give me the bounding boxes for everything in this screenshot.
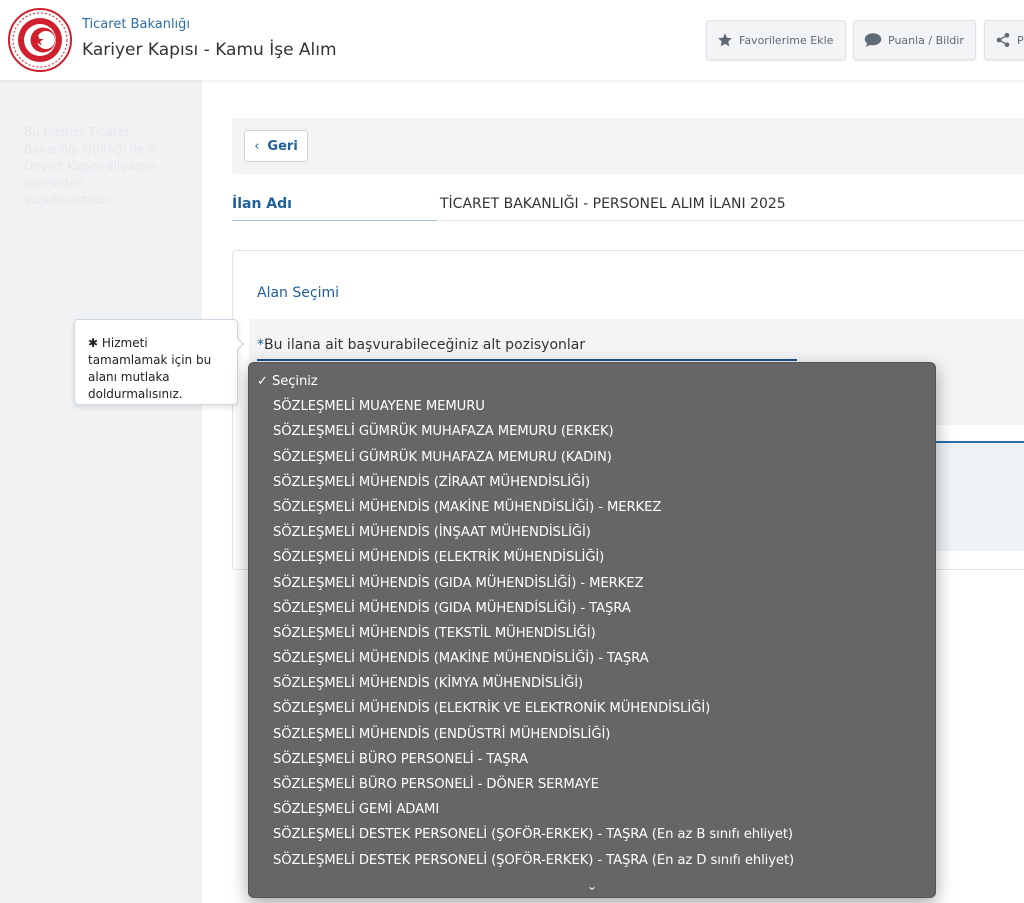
rate-report-button[interactable]: Puanla / Bildir <box>853 20 976 60</box>
dropdown-option[interactable]: SÖZLEŞMELİ GÜMRÜK MUHAFAZA MEMURU (ERKEK… <box>249 419 935 444</box>
dropdown-option[interactable]: SÖZLEŞMELİ GÜMRÜK MUHAFAZA MEMURU (KADIN… <box>249 445 935 470</box>
section-title: Alan Seçimi <box>257 285 339 301</box>
header: Ticaret Bakanlığı Kariyer Kapısı - Kamu … <box>0 0 1024 80</box>
position-select[interactable] <box>257 359 797 361</box>
checkmark-icon: ✓ <box>257 374 268 389</box>
ilan-name-label: İlan Adı <box>232 190 437 221</box>
app-title: Kariyer Kapısı - Kamu İşe Alım <box>82 40 337 60</box>
star-icon <box>718 33 732 47</box>
tooltip-arrow-inner <box>236 338 242 350</box>
rate-report-label: Puanla / Bildir <box>888 33 964 47</box>
back-button[interactable]: ‹ Geri <box>244 130 308 162</box>
dropdown-option[interactable]: SÖZLEŞMELİ MÜHENDİS (ENDÜSTRİ MÜHENDİSLİ… <box>249 722 935 747</box>
dropdown-option[interactable]: SÖZLEŞMELİ MÜHENDİS (İNŞAAT MÜHENDİSLİĞİ… <box>249 520 935 545</box>
dropdown-option[interactable]: SÖZLEŞMELİ DESTEK PERSONELİ (ŞOFÖR-ERKEK… <box>249 822 935 847</box>
dropdown-option[interactable]: SÖZLEŞMELİ MÜHENDİS (TEKSTİL MÜHENDİSLİĞ… <box>249 621 935 646</box>
sidebar: Bu hizmet Ticaret Bakanlığı işbirliği il… <box>0 80 203 903</box>
chevron-down-icon[interactable]: ⌄ <box>249 879 935 893</box>
back-bar: ‹ Geri <box>232 118 1024 174</box>
ilan-name-value: TİCARET BAKANLIĞI - PERSONEL ALIM İLANI … <box>440 190 1024 221</box>
position-field-label: *Bu ilana ait başvurabileceğiniz alt poz… <box>257 337 585 353</box>
dropdown-option[interactable]: SÖZLEŞMELİ MÜHENDİS (ZİRAAT MÜHENDİSLİĞİ… <box>249 470 935 495</box>
dropdown-option[interactable]: SÖZLEŞMELİ MÜHENDİS (GIDA MÜHENDİSLİĞİ) … <box>249 571 935 596</box>
dropdown-option[interactable]: SÖZLEŞMELİ BÜRO PERSONELİ - DÖNER SERMAY… <box>249 772 935 797</box>
dropdown-option[interactable]: SÖZLEŞMELİ MÜHENDİS (MAKİNE MÜHENDİSLİĞİ… <box>249 646 935 671</box>
share-icon <box>996 33 1010 47</box>
dropdown-option[interactable]: SÖZLEŞMELİ MÜHENDİS (KİMYA MÜHENDİSLİĞİ) <box>249 671 935 696</box>
position-dropdown-list[interactable]: ✓ Seçiniz SÖZLEŞMELİ MUAYENE MEMURU SÖZLE… <box>248 362 936 898</box>
dropdown-option[interactable]: SÖZLEŞMELİ MÜHENDİS (GIDA MÜHENDİSLİĞİ) … <box>249 596 935 621</box>
dropdown-option[interactable]: SÖZLEŞMELİ DESTEK PERSONELİ (ŞOFÖR-ERKEK… <box>249 848 935 873</box>
dropdown-option[interactable]: SÖZLEŞMELİ MÜHENDİS (ELEKTRİK MÜHENDİSLİ… <box>249 545 935 570</box>
add-favorites-label: Favorilerime Ekle <box>739 33 834 47</box>
ministry-logo <box>8 8 72 72</box>
asterisk-icon: ✱ <box>88 336 99 350</box>
tooltip-text: Hizmeti tamamlamak için bu alanı mutlaka… <box>88 336 212 401</box>
position-field-text: Bu ilana ait başvurabileceğiniz alt pozi… <box>264 337 586 353</box>
sidebar-note: Bu hizmet Ticaret Bakanlığı işbirliği il… <box>24 125 160 207</box>
back-label: Geri <box>267 138 298 154</box>
chevron-left-icon: ‹ <box>254 138 260 154</box>
dropdown-option[interactable]: SÖZLEŞMELİ MÜHENDİS (ELEKTRİK VE ELEKTRO… <box>249 696 935 721</box>
dropdown-option[interactable]: SÖZLEŞMELİ BÜRO PERSONELİ - TAŞRA <box>249 747 935 772</box>
add-favorites-button[interactable]: Favorilerime Ekle <box>706 20 846 60</box>
speech-bubble-icon <box>864 33 882 47</box>
share-button[interactable]: P <box>984 20 1024 60</box>
required-mark: * <box>257 337 264 353</box>
dropdown-option[interactable]: SÖZLEŞMELİ MUAYENE MEMURU <box>249 394 935 419</box>
dropdown-option-selected[interactable]: ✓ Seçiniz <box>249 369 935 394</box>
org-name[interactable]: Ticaret Bakanlığı <box>82 17 190 32</box>
share-label: P <box>1017 33 1024 47</box>
required-tooltip: ✱ Hizmeti tamamlamak için bu alanı mutla… <box>74 319 238 405</box>
dropdown-option[interactable]: SÖZLEŞMELİ MÜHENDİS (MAKİNE MÜHENDİSLİĞİ… <box>249 495 935 520</box>
dropdown-option[interactable]: SÖZLEŞMELİ GEMİ ADAMI <box>249 797 935 822</box>
dropdown-option-label: Seçiniz <box>271 374 318 389</box>
